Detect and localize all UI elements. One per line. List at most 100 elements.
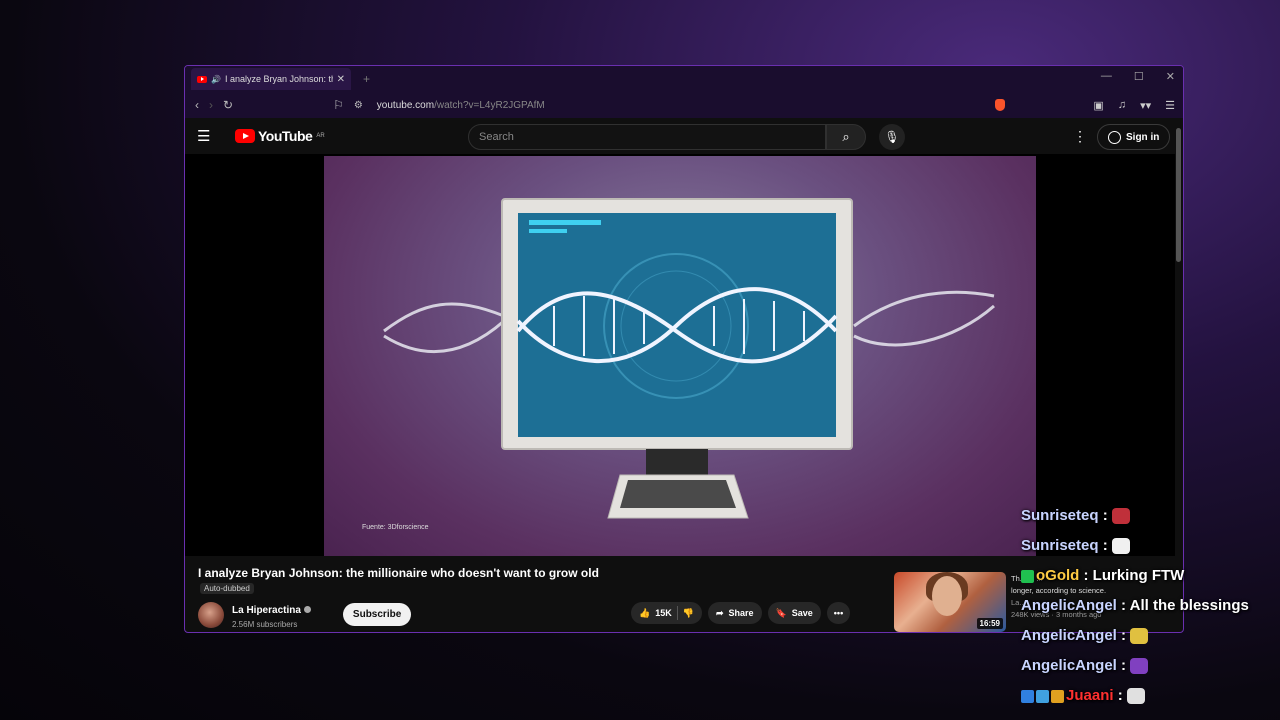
- sign-in-label: Sign in: [1126, 131, 1160, 143]
- channel-row: La Hiperactina 2.56M subscribers Subscri…: [198, 600, 412, 629]
- chat-message-text: :: [1116, 657, 1127, 674]
- chat-badge-icon: [1021, 569, 1034, 583]
- recommended-video-thumbnail[interactable]: 16:59: [894, 572, 1006, 632]
- site-settings-icon[interactable]: ⚙: [354, 100, 363, 111]
- chat-emote-icon: [1126, 688, 1145, 705]
- wallet-icon[interactable]: ▣: [1093, 99, 1103, 112]
- chat-message: Sunriseteq :: [1021, 507, 1130, 525]
- save-button[interactable]: 🔖 Save: [767, 602, 821, 624]
- chat-message-text: : Lurking FTW: [1079, 567, 1185, 584]
- dna-helix-left: [383, 302, 505, 354]
- stream-chat-overlay: Sunriseteq : Sunriseteq : oGold : Lurking …: [1017, 505, 1280, 720]
- chat-username: AngelicAngel: [1021, 627, 1117, 644]
- monitor-base-inset: [620, 480, 736, 508]
- chat-message-text: :: [1116, 627, 1127, 644]
- tab-bar: 🔊 I analyze Bryan Johnson: the ✕ + — ☐ ✕: [185, 66, 1183, 92]
- youtube-favicon-icon: [197, 75, 207, 83]
- chat-message: oGold : Lurking FTW: [1021, 567, 1184, 584]
- channel-avatar[interactable]: [198, 601, 224, 628]
- speaker-icon[interactable]: 🔊: [211, 75, 221, 84]
- like-count[interactable]: 15K: [655, 608, 672, 618]
- channel-info: La Hiperactina 2.56M subscribers: [232, 600, 311, 629]
- chat-badge-icon: [1036, 689, 1049, 703]
- maximize-icon[interactable]: ☐: [1134, 70, 1144, 83]
- region-code: AR: [316, 133, 325, 139]
- logo-text: YouTube: [258, 128, 313, 144]
- address-bar: ‹ › ↻ ⚐ ⚙ youtube.com/watch?v=L4yR2JGPAf…: [185, 92, 1183, 118]
- url-host: youtube.com: [376, 99, 435, 111]
- forward-icon[interactable]: ›: [209, 98, 213, 112]
- tab-close-icon[interactable]: ✕: [337, 74, 345, 85]
- close-window-icon[interactable]: ✕: [1166, 70, 1175, 83]
- share-label: Share: [728, 608, 754, 618]
- account-icon: [1108, 130, 1121, 144]
- music-icon[interactable]: ♫: [1118, 99, 1126, 111]
- menu-icon[interactable]: ☰: [1165, 99, 1175, 112]
- chat-message-text: : All the blessings: [1116, 597, 1249, 614]
- glasses-icon[interactable]: ▾▾: [1140, 99, 1151, 112]
- chat-emote-icon: [1130, 658, 1149, 675]
- chat-message: AngelicAngel :: [1021, 657, 1149, 675]
- screen-bar-1: [529, 220, 601, 225]
- reload-icon[interactable]: ↻: [223, 98, 233, 112]
- minimize-icon[interactable]: —: [1101, 70, 1112, 83]
- chat-username: AngelicAngel: [1021, 597, 1117, 614]
- window-controls: — ☐ ✕: [1101, 70, 1175, 83]
- like-icon[interactable]: 👍: [639, 608, 650, 619]
- chat-username: Sunriseteq: [1021, 537, 1099, 554]
- chat-emote-icon: [1111, 508, 1130, 525]
- screen-bar-2: [529, 229, 567, 233]
- browser-tab[interactable]: 🔊 I analyze Bryan Johnson: the ✕: [191, 68, 351, 90]
- chat-message: AngelicAngel : All the blessings: [1021, 597, 1249, 614]
- dna-helix-right: [853, 290, 995, 347]
- video-source-caption: Fuente: 3Dforscience: [362, 524, 429, 531]
- chat-username: Juaani: [1066, 687, 1114, 704]
- auto-dubbed-badge: Auto-dubbed: [200, 583, 254, 594]
- toolbar-right: ▣ ♫ ▾▾ ☰: [995, 99, 1175, 112]
- chat-message-text: :: [1113, 687, 1123, 704]
- subscribe-button[interactable]: Subscribe: [342, 603, 412, 626]
- save-icon: 🔖: [775, 607, 787, 618]
- verified-icon: [303, 606, 311, 613]
- chat-message: Juaani :: [1021, 687, 1145, 705]
- search-icon[interactable]: ⌕: [826, 124, 866, 150]
- chat-emote-icon: [1111, 538, 1130, 555]
- bookmark-icon[interactable]: ⚐: [333, 98, 344, 112]
- video-duration: 16:59: [976, 618, 1003, 629]
- chat-username: oGold: [1036, 567, 1080, 584]
- page-scrollbar[interactable]: [1176, 128, 1181, 262]
- youtube-logo[interactable]: YouTube AR: [235, 128, 325, 144]
- chat-username: Sunriseteq: [1021, 507, 1099, 524]
- chat-message-text: :: [1098, 507, 1108, 524]
- video-title: I analyze Bryan Johnson: the millionaire…: [198, 566, 599, 580]
- chat-badge-icon: [1051, 689, 1064, 703]
- more-actions-button[interactable]: •••: [826, 602, 851, 624]
- dislike-icon[interactable]: 👎: [683, 608, 694, 619]
- url-field[interactable]: youtube.com/watch?v=L4yR2JGPAfM: [377, 100, 545, 111]
- new-tab-button[interactable]: +: [363, 72, 370, 86]
- back-icon[interactable]: ‹: [195, 98, 199, 112]
- like-dislike-group: 👍 15K 👎: [631, 602, 702, 624]
- youtube-play-icon: [235, 129, 255, 143]
- chat-username: AngelicAngel: [1021, 657, 1117, 674]
- chat-badge-icon: [1021, 689, 1034, 703]
- microphone-icon[interactable]: 🎙: [879, 124, 905, 150]
- thumbnail-person-face: [932, 576, 962, 616]
- divider: [676, 606, 678, 620]
- search-input[interactable]: Search: [468, 124, 826, 150]
- video-player[interactable]: Fuente: 3Dforscience: [185, 154, 1175, 556]
- video-frame[interactable]: Fuente: 3Dforscience: [324, 156, 1036, 556]
- brave-shields-icon[interactable]: [995, 99, 1006, 111]
- video-actions: 👍 15K 👎 ➦ Share 🔖 Save •••: [631, 602, 851, 624]
- channel-name[interactable]: La Hiperactina: [232, 605, 301, 616]
- chat-message: AngelicAngel :: [1021, 627, 1149, 645]
- hamburger-menu-icon[interactable]: ☰: [197, 127, 223, 145]
- chat-emote-icon: [1130, 628, 1149, 645]
- subscriber-count: 2.56M subscribers: [232, 620, 298, 629]
- monitor-neck: [646, 449, 708, 475]
- tab-title: I analyze Bryan Johnson: the: [224, 74, 333, 84]
- chat-message: Sunriseteq :: [1021, 537, 1130, 555]
- more-options-icon[interactable]: ⋮: [1073, 128, 1087, 145]
- sign-in-button[interactable]: Sign in: [1097, 124, 1171, 150]
- share-button[interactable]: ➦ Share: [707, 602, 762, 624]
